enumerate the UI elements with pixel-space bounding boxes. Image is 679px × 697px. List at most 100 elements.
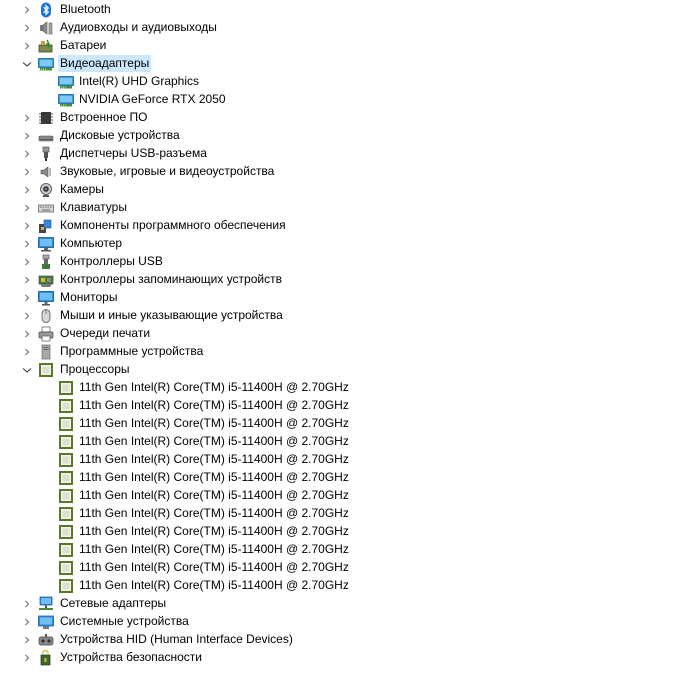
tree-item-label: Системные устройства [60,614,189,628]
tree-item-label: 11th Gen Intel(R) Core(TM) i5-11400H @ 2… [79,542,349,556]
usb-connector-icon [38,146,54,162]
storage-controller-icon [38,272,54,288]
chevron-right-icon[interactable] [19,325,35,343]
bluetooth-icon [38,2,54,18]
printer-icon [38,326,54,342]
chevron-right-icon[interactable] [19,181,35,199]
chevron-down-icon[interactable] [19,361,35,379]
tree-category[interactable]: Контроллеры запоминающих устройств [0,271,679,289]
tree-category[interactable]: Мыши и иные указывающие устройства [0,307,679,325]
software-component-icon [38,218,54,234]
tree-device[interactable]: 11th Gen Intel(R) Core(TM) i5-11400H @ 2… [0,415,679,433]
tree-item-label: Компоненты программного обеспечения [60,218,286,232]
tree-category[interactable]: Мониторы [0,289,679,307]
tree-item-label: NVIDIA GeForce RTX 2050 [79,92,226,106]
tree-category[interactable]: Bluetooth [0,1,679,19]
tree-device[interactable]: 11th Gen Intel(R) Core(TM) i5-11400H @ 2… [0,541,679,559]
tree-device[interactable]: 11th Gen Intel(R) Core(TM) i5-11400H @ 2… [0,379,679,397]
tree-device[interactable]: Intel(R) UHD Graphics [0,73,679,91]
tree-item-label: 11th Gen Intel(R) Core(TM) i5-11400H @ 2… [79,398,349,412]
chevron-right-icon[interactable] [19,289,35,307]
tree-device[interactable]: 11th Gen Intel(R) Core(TM) i5-11400H @ 2… [0,487,679,505]
chevron-right-icon[interactable] [19,235,35,253]
tree-category[interactable]: Сетевые адаптеры [0,595,679,613]
processor-icon [58,524,74,540]
firmware-chip-icon [38,110,54,126]
tree-category[interactable]: Программные устройства [0,343,679,361]
mouse-icon [38,308,54,324]
disk-drive-icon [38,128,54,144]
tree-category[interactable]: Компоненты программного обеспечения [0,217,679,235]
tree-device[interactable]: 11th Gen Intel(R) Core(TM) i5-11400H @ 2… [0,433,679,451]
hid-icon [38,632,54,648]
device-tree: Bluetooth Аудиовходы и аудиовыходы Батареи… [0,1,679,667]
tree-category[interactable]: Системные устройства [0,613,679,631]
tree-device[interactable]: 11th Gen Intel(R) Core(TM) i5-11400H @ 2… [0,451,679,469]
chevron-right-icon[interactable] [19,343,35,361]
tree-category[interactable]: Контроллеры USB [0,253,679,271]
tree-item-label: Звуковые, игровые и видеоустройства [60,164,275,178]
tree-item-label: Устройства HID (Human Interface Devices) [60,632,293,646]
camera-icon [38,182,54,198]
tree-category[interactable]: Батареи [0,37,679,55]
tree-category[interactable]: Процессоры [0,361,679,379]
chevron-right-icon[interactable] [19,1,35,19]
tree-category[interactable]: Очереди печати [0,325,679,343]
display-adapter-icon [58,92,74,108]
chevron-right-icon[interactable] [19,145,35,163]
tree-item-label: 11th Gen Intel(R) Core(TM) i5-11400H @ 2… [79,452,349,466]
processor-icon [58,470,74,486]
tree-item-label: Камеры [60,182,104,196]
chevron-right-icon[interactable] [19,163,35,181]
chevron-right-icon[interactable] [19,109,35,127]
tree-item-label: Контроллеры запоминающих устройств [60,272,282,286]
tree-category[interactable]: Встроенное ПО [0,109,679,127]
chevron-right-icon[interactable] [19,127,35,145]
tree-item-label: 11th Gen Intel(R) Core(TM) i5-11400H @ 2… [79,434,349,448]
tree-category[interactable]: Устройства HID (Human Interface Devices) [0,631,679,649]
tree-category[interactable]: Компьютер [0,235,679,253]
tree-category[interactable]: Клавиатуры [0,199,679,217]
tree-item-label: Клавиатуры [60,200,127,214]
software-device-icon [38,344,54,360]
tree-category[interactable]: Дисковые устройства [0,127,679,145]
tree-item-label: Встроенное ПО [60,110,148,124]
chevron-right-icon[interactable] [19,271,35,289]
tree-item-label: Очереди печати [60,326,151,340]
tree-category[interactable]: Диспетчеры USB-разъема [0,145,679,163]
processor-icon [58,434,74,450]
chevron-right-icon[interactable] [19,595,35,613]
processor-icon [58,578,74,594]
usb-controller-icon [38,254,54,270]
processor-icon [38,362,54,378]
chevron-right-icon[interactable] [19,307,35,325]
tree-category[interactable]: Камеры [0,181,679,199]
chevron-right-icon[interactable] [19,37,35,55]
tree-device[interactable]: 11th Gen Intel(R) Core(TM) i5-11400H @ 2… [0,523,679,541]
tree-item-label: 11th Gen Intel(R) Core(TM) i5-11400H @ 2… [79,560,349,574]
tree-device[interactable]: 11th Gen Intel(R) Core(TM) i5-11400H @ 2… [0,559,679,577]
tree-category[interactable]: Видеоадаптеры [0,55,679,73]
tree-category[interactable]: Аудиовходы и аудиовыходы [0,19,679,37]
tree-device[interactable]: 11th Gen Intel(R) Core(TM) i5-11400H @ 2… [0,505,679,523]
tree-device[interactable]: 11th Gen Intel(R) Core(TM) i5-11400H @ 2… [0,469,679,487]
chevron-right-icon[interactable] [19,199,35,217]
chevron-right-icon[interactable] [19,217,35,235]
tree-item-label: Мониторы [60,290,118,304]
tree-device[interactable]: 11th Gen Intel(R) Core(TM) i5-11400H @ 2… [0,397,679,415]
tree-device[interactable]: 11th Gen Intel(R) Core(TM) i5-11400H @ 2… [0,577,679,595]
chevron-right-icon[interactable] [19,19,35,37]
chevron-right-icon[interactable] [19,613,35,631]
chevron-right-icon[interactable] [19,253,35,271]
tree-category[interactable]: Устройства безопасности [0,649,679,667]
tree-category[interactable]: Звуковые, игровые и видеоустройства [0,163,679,181]
tree-item-label: Диспетчеры USB-разъема [60,146,207,160]
tree-device[interactable]: NVIDIA GeForce RTX 2050 [0,91,679,109]
chevron-right-icon[interactable] [19,631,35,649]
chevron-right-icon[interactable] [19,649,35,667]
tree-item-label: Аудиовходы и аудиовыходы [60,20,217,34]
tree-item-label: Устройства безопасности [60,650,202,664]
chevron-down-icon[interactable] [19,55,35,73]
tree-item-label: 11th Gen Intel(R) Core(TM) i5-11400H @ 2… [79,380,349,394]
processor-icon [58,416,74,432]
